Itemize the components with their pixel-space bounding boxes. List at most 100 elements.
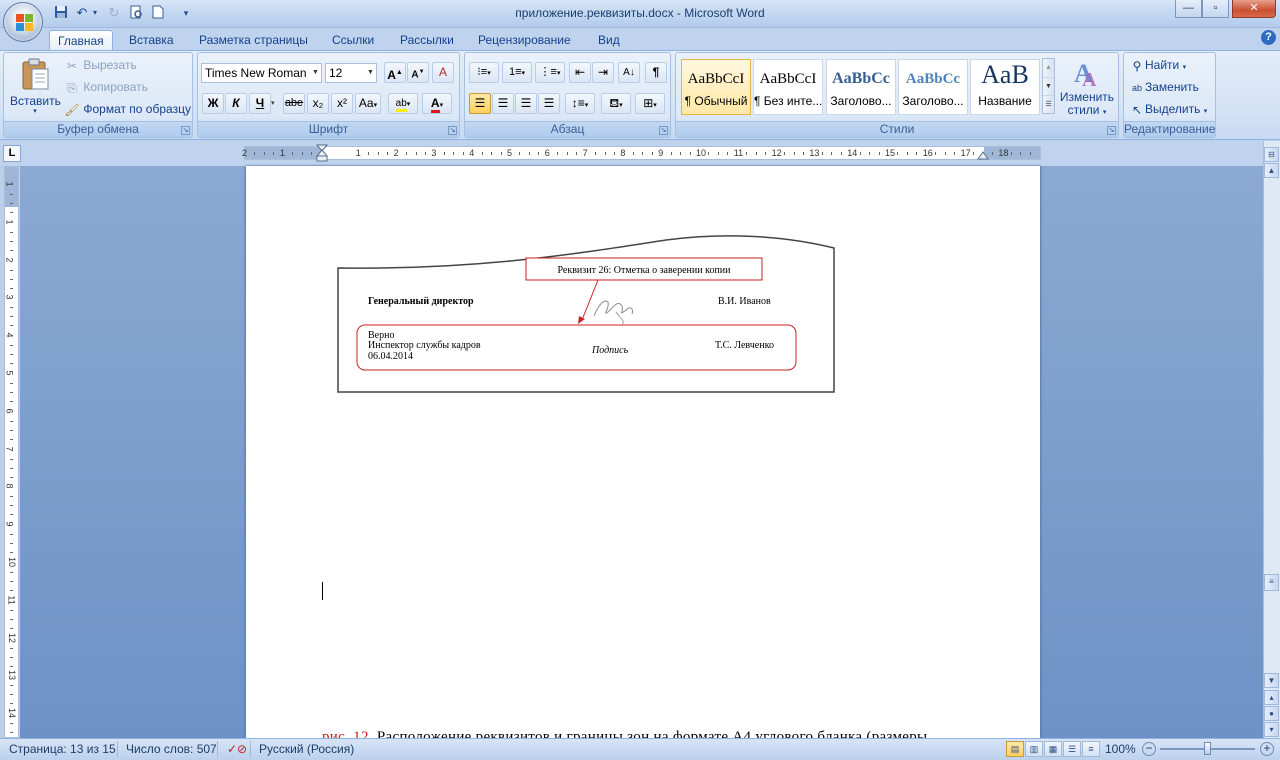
multilevel-list-button[interactable]: ⋮≡▾ bbox=[535, 62, 565, 83]
zoom-out-icon[interactable]: − bbox=[1142, 742, 1156, 756]
ruler-tick bbox=[10, 694, 13, 696]
copy-button[interactable]: ⎘ Копировать bbox=[64, 78, 148, 96]
shading-button[interactable]: ⛾▾ bbox=[601, 93, 631, 114]
editing-group: ⚲ Найти ▾ ab Заменить ↖ Выделить ▾ Редактир… bbox=[1123, 52, 1216, 138]
tab-page-layout[interactable]: Разметка страницы bbox=[191, 30, 316, 50]
ruler-number: 6 bbox=[4, 408, 15, 414]
select-browse-object-icon[interactable]: ● bbox=[1264, 706, 1279, 721]
previous-page-icon[interactable]: ▴ bbox=[1264, 690, 1279, 705]
vertical-scrollbar[interactable] bbox=[1263, 141, 1280, 738]
sort-button[interactable]: A↓ bbox=[618, 62, 640, 83]
borders-button[interactable]: ⊞▾ bbox=[635, 93, 665, 114]
indent-marker-icon[interactable] bbox=[316, 144, 328, 164]
bullets-button[interactable]: ⁝≡▾ bbox=[469, 62, 499, 83]
font-name-combo[interactable]: Times New Roman ▼ bbox=[201, 63, 322, 83]
style-sample: AaBbCcI bbox=[687, 71, 745, 87]
increase-indent-button[interactable]: ⇥ bbox=[592, 62, 614, 83]
zoom-level[interactable]: 100% bbox=[1105, 741, 1136, 757]
spelling-check-icon[interactable]: ✓⊘ bbox=[227, 741, 247, 757]
style-no-spacing[interactable]: AaBbCcI ¶ Без инте... bbox=[753, 59, 823, 115]
style-normal[interactable]: AaBbCcI ¶ Обычный bbox=[681, 59, 751, 115]
help-icon[interactable]: ? bbox=[1261, 30, 1276, 45]
superscript-button[interactable]: x² bbox=[331, 93, 353, 114]
strikethrough-button[interactable]: abe bbox=[283, 93, 305, 114]
full-screen-reading-view-icon[interactable]: ▥ bbox=[1025, 741, 1043, 757]
grow-font-button[interactable]: A▲ bbox=[384, 62, 406, 83]
close-button[interactable]: ✕ bbox=[1232, 0, 1276, 18]
format-painter-button[interactable]: 🖌 Формат по образцу bbox=[64, 100, 191, 118]
word-count[interactable]: Число слов: 507 bbox=[126, 741, 217, 757]
numbering-button[interactable]: 1≡▾ bbox=[502, 62, 532, 83]
tab-home[interactable]: Главная bbox=[49, 30, 113, 50]
style-heading-2[interactable]: AaBbCc Заголово... bbox=[898, 59, 968, 115]
underline-dropdown-icon[interactable]: ▾ bbox=[271, 99, 275, 107]
right-indent-marker-icon[interactable] bbox=[977, 150, 989, 160]
font-group: Times New Roman ▼ 12 ▼ A▲ A▼ A Ж К Ч ▾ a… bbox=[197, 52, 460, 138]
align-center-button[interactable]: ☰ bbox=[492, 93, 514, 114]
ruler-number: 14 bbox=[7, 708, 18, 719]
tab-review[interactable]: Рецензирование bbox=[470, 30, 579, 50]
maximize-button[interactable]: ▫ bbox=[1202, 0, 1229, 18]
sort-icon: A↓ bbox=[623, 67, 635, 78]
clipboard-launcher-icon[interactable]: ↘ bbox=[181, 126, 190, 135]
next-page-icon[interactable]: ▾ bbox=[1264, 722, 1279, 737]
show-formatting-button[interactable]: ¶ bbox=[645, 62, 667, 83]
bold-button[interactable]: Ж bbox=[202, 93, 224, 114]
highlight-button[interactable]: ab▾ bbox=[388, 93, 418, 114]
scroll-down-icon[interactable]: ▼ bbox=[1264, 673, 1279, 688]
shrink-font-button[interactable]: A▼ bbox=[407, 62, 429, 83]
ruler-number: 12 bbox=[771, 148, 782, 158]
justify-button[interactable]: ☰ bbox=[538, 93, 560, 114]
print-layout-view-icon[interactable]: ▤ bbox=[1006, 741, 1024, 757]
outline-view-icon[interactable]: ☰ bbox=[1063, 741, 1081, 757]
tab-references[interactable]: Ссылки bbox=[324, 30, 382, 50]
find-button[interactable]: ⚲ Найти ▾ bbox=[1129, 56, 1187, 77]
ruler-tick bbox=[10, 401, 13, 402]
styles-launcher-icon[interactable]: ↘ bbox=[1107, 126, 1116, 135]
ruler-number: 5 bbox=[507, 148, 513, 158]
tab-mailings[interactable]: Рассылки bbox=[392, 30, 462, 50]
multilevel-list-icon: ⋮≡ bbox=[539, 66, 557, 78]
select-button[interactable]: ↖ Выделить ▾ bbox=[1129, 100, 1207, 121]
zoom-slider-thumb[interactable] bbox=[1204, 742, 1211, 755]
scroll-thumb[interactable]: ≡ bbox=[1264, 574, 1279, 591]
document-page[interactable]: Реквизит 26: Отметка о заверении копии Г… bbox=[246, 166, 1040, 738]
office-button[interactable] bbox=[3, 2, 43, 42]
align-left-icon: ☰ bbox=[474, 96, 486, 110]
font-color-button[interactable]: A▾ bbox=[422, 93, 452, 114]
minimize-button[interactable]: — bbox=[1175, 0, 1202, 18]
styles-gallery-scroll[interactable]: ▲ ▼ ☰ bbox=[1042, 58, 1055, 114]
replace-button[interactable]: ab Заменить bbox=[1129, 78, 1199, 96]
decrease-indent-button[interactable]: ⇤ bbox=[569, 62, 591, 83]
scroll-up-icon[interactable]: ▲ bbox=[1264, 163, 1279, 178]
tab-view[interactable]: Вид bbox=[590, 30, 628, 50]
change-case-button[interactable]: Aa▾ bbox=[355, 93, 381, 114]
style-heading-1[interactable]: AaBbCc Заголово... bbox=[826, 59, 896, 115]
change-styles-button[interactable]: A A Изменить стили ▾ bbox=[1058, 56, 1116, 120]
font-size-combo[interactable]: 12 ▼ bbox=[325, 63, 377, 83]
vertical-ruler[interactable]: 1 1 2 3 4 5 6 7 8 9 10 11 12 13 14 bbox=[4, 166, 19, 738]
cut-button[interactable]: ✂ Вырезать bbox=[64, 56, 137, 74]
web-layout-view-icon[interactable]: ▦ bbox=[1044, 741, 1062, 757]
paragraph-launcher-icon[interactable]: ↘ bbox=[659, 126, 668, 135]
subscript-button[interactable]: x₂ bbox=[307, 93, 329, 114]
tab-insert[interactable]: Вставка bbox=[121, 30, 182, 50]
language-indicator[interactable]: Русский (Россия) bbox=[259, 741, 354, 757]
page-count[interactable]: Страница: 13 из 15 bbox=[9, 741, 116, 757]
zoom-in-icon[interactable]: + bbox=[1260, 742, 1274, 756]
underline-button[interactable]: Ч bbox=[249, 93, 271, 114]
ruler-tick bbox=[632, 152, 634, 155]
ruler-toggle-icon[interactable]: ⊟ bbox=[1264, 147, 1279, 162]
italic-button[interactable]: К bbox=[225, 93, 247, 114]
paste-button[interactable]: Вставить ▾ bbox=[10, 55, 61, 117]
align-right-button[interactable]: ☰ bbox=[515, 93, 537, 114]
tab-selector[interactable]: L bbox=[3, 145, 21, 162]
align-left-button[interactable]: ☰ bbox=[469, 93, 491, 114]
clear-formatting-button[interactable]: A bbox=[432, 62, 454, 83]
horizontal-ruler[interactable]: 2 1 1 2 3 4 5 6 7 8 9 10 11 12 13 14 15 16 17 18 bbox=[242, 146, 1041, 160]
line-spacing-button[interactable]: ↕≡▾ bbox=[565, 93, 595, 114]
ruler-tick bbox=[10, 287, 13, 289]
draft-view-icon[interactable]: ≡ bbox=[1082, 741, 1100, 757]
style-title[interactable]: AaB Название bbox=[970, 59, 1040, 115]
font-launcher-icon[interactable]: ↘ bbox=[448, 126, 457, 135]
